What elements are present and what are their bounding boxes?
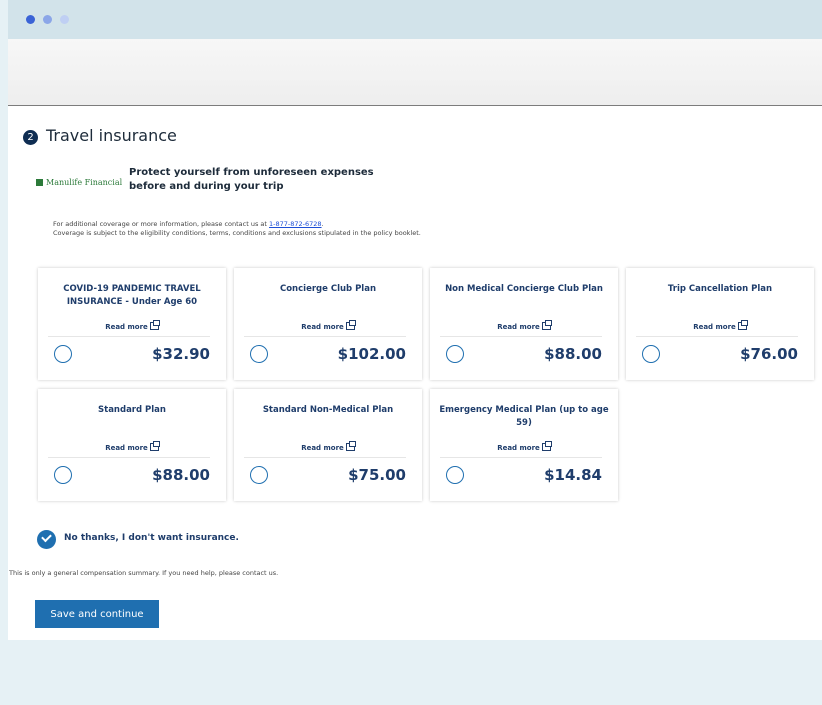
- card-divider: [244, 457, 406, 458]
- plan-radio[interactable]: [54, 345, 72, 363]
- save-and-continue-button[interactable]: Save and continue: [35, 600, 159, 628]
- read-more-link[interactable]: Read more: [234, 441, 422, 452]
- logo-text: Manulife Financial: [46, 178, 123, 187]
- read-more-label: Read more: [497, 444, 540, 452]
- section-title: Travel insurance: [46, 126, 177, 145]
- card-divider: [48, 457, 210, 458]
- plan-price: $76.00: [740, 345, 798, 363]
- phone-link[interactable]: 1-877-872-6728: [269, 220, 322, 228]
- plan-price: $88.00: [152, 466, 210, 484]
- read-more-link[interactable]: Read more: [626, 320, 814, 331]
- plan-radio[interactable]: [446, 466, 464, 484]
- external-link-icon: [149, 441, 160, 451]
- plan-price: $32.90: [152, 345, 210, 363]
- card-divider: [636, 336, 798, 337]
- plan-title: Standard Non-Medical Plan: [262, 405, 394, 415]
- plan-radio[interactable]: [250, 345, 268, 363]
- plan-card[interactable]: Standard Plan Read more $88.00: [38, 389, 226, 501]
- page-content: 2 Travel insurance Manulife Financial Pr…: [8, 106, 822, 640]
- plan-card[interactable]: Non Medical Concierge Club Plan Read mor…: [430, 268, 618, 380]
- read-more-link[interactable]: Read more: [430, 441, 618, 452]
- window-titlebar: [8, 0, 822, 39]
- card-divider: [440, 457, 602, 458]
- browser-toolbar: [8, 39, 822, 106]
- no-thanks-label[interactable]: No thanks, I don't want insurance.: [64, 533, 239, 543]
- plan-title: Concierge Club Plan: [279, 284, 377, 294]
- external-link-icon: [541, 320, 552, 330]
- contact-suffix: .: [321, 220, 324, 228]
- step-number-badge: 2: [23, 130, 38, 145]
- read-more-link[interactable]: Read more: [38, 320, 226, 331]
- external-link-icon: [345, 441, 356, 451]
- plan-price: $75.00: [348, 466, 406, 484]
- plan-card[interactable]: COVID-19 PANDEMIC TRAVEL INSURANCE - Und…: [38, 268, 226, 380]
- read-more-label: Read more: [497, 323, 540, 331]
- read-more-link[interactable]: Read more: [38, 441, 226, 452]
- plan-title: Emergency Medical Plan (up to age 59): [439, 405, 609, 428]
- plan-price: $88.00: [544, 345, 602, 363]
- no-thanks-checkbox[interactable]: [37, 530, 56, 549]
- external-link-icon: [149, 320, 160, 330]
- external-link-icon: [737, 320, 748, 330]
- read-more-link[interactable]: Read more: [430, 320, 618, 331]
- card-divider: [244, 336, 406, 337]
- window-zoom-button[interactable]: [60, 15, 69, 24]
- plan-card[interactable]: Standard Non-Medical Plan Read more $75.…: [234, 389, 422, 501]
- read-more-link[interactable]: Read more: [234, 320, 422, 331]
- external-link-icon: [345, 320, 356, 330]
- summary-note: This is only a general compensation summ…: [9, 569, 279, 577]
- plan-title: Non Medical Concierge Club Plan: [445, 284, 603, 294]
- plan-price: $102.00: [337, 345, 406, 363]
- plan-radio[interactable]: [642, 345, 660, 363]
- window-minimize-button[interactable]: [43, 15, 52, 24]
- provider-tagline: Protect yourself from unforeseen expense…: [129, 167, 374, 192]
- plan-title: Standard Plan: [98, 405, 166, 415]
- logo-mark-icon: [36, 179, 43, 186]
- plan-radio[interactable]: [446, 345, 464, 363]
- coverage-note: Coverage is subject to the eligibility c…: [53, 229, 421, 237]
- plan-price: $14.84: [544, 466, 602, 484]
- plan-title: COVID-19 PANDEMIC TRAVEL INSURANCE - Und…: [63, 284, 201, 307]
- provider-logo: Manulife Financial: [36, 178, 122, 187]
- external-link-icon: [541, 441, 552, 451]
- read-more-label: Read more: [105, 323, 148, 331]
- contact-info-line1: For additional coverage or more informat…: [53, 220, 421, 229]
- read-more-label: Read more: [301, 323, 344, 331]
- plan-radio[interactable]: [250, 466, 268, 484]
- plan-card[interactable]: Emergency Medical Plan (up to age 59) Re…: [430, 389, 618, 501]
- card-divider: [48, 336, 210, 337]
- read-more-label: Read more: [301, 444, 344, 452]
- read-more-label: Read more: [105, 444, 148, 452]
- contact-prefix: For additional coverage or more informat…: [53, 220, 270, 228]
- card-divider: [440, 336, 602, 337]
- plan-title: Trip Cancellation Plan: [667, 284, 773, 294]
- window-close-button[interactable]: [26, 15, 35, 24]
- plan-card[interactable]: Concierge Club Plan Read more $102.00: [234, 268, 422, 380]
- plan-card[interactable]: Trip Cancellation Plan Read more $76.00: [626, 268, 814, 380]
- plan-radio[interactable]: [54, 466, 72, 484]
- contact-info: For additional coverage or more informat…: [53, 220, 421, 238]
- read-more-label: Read more: [693, 323, 736, 331]
